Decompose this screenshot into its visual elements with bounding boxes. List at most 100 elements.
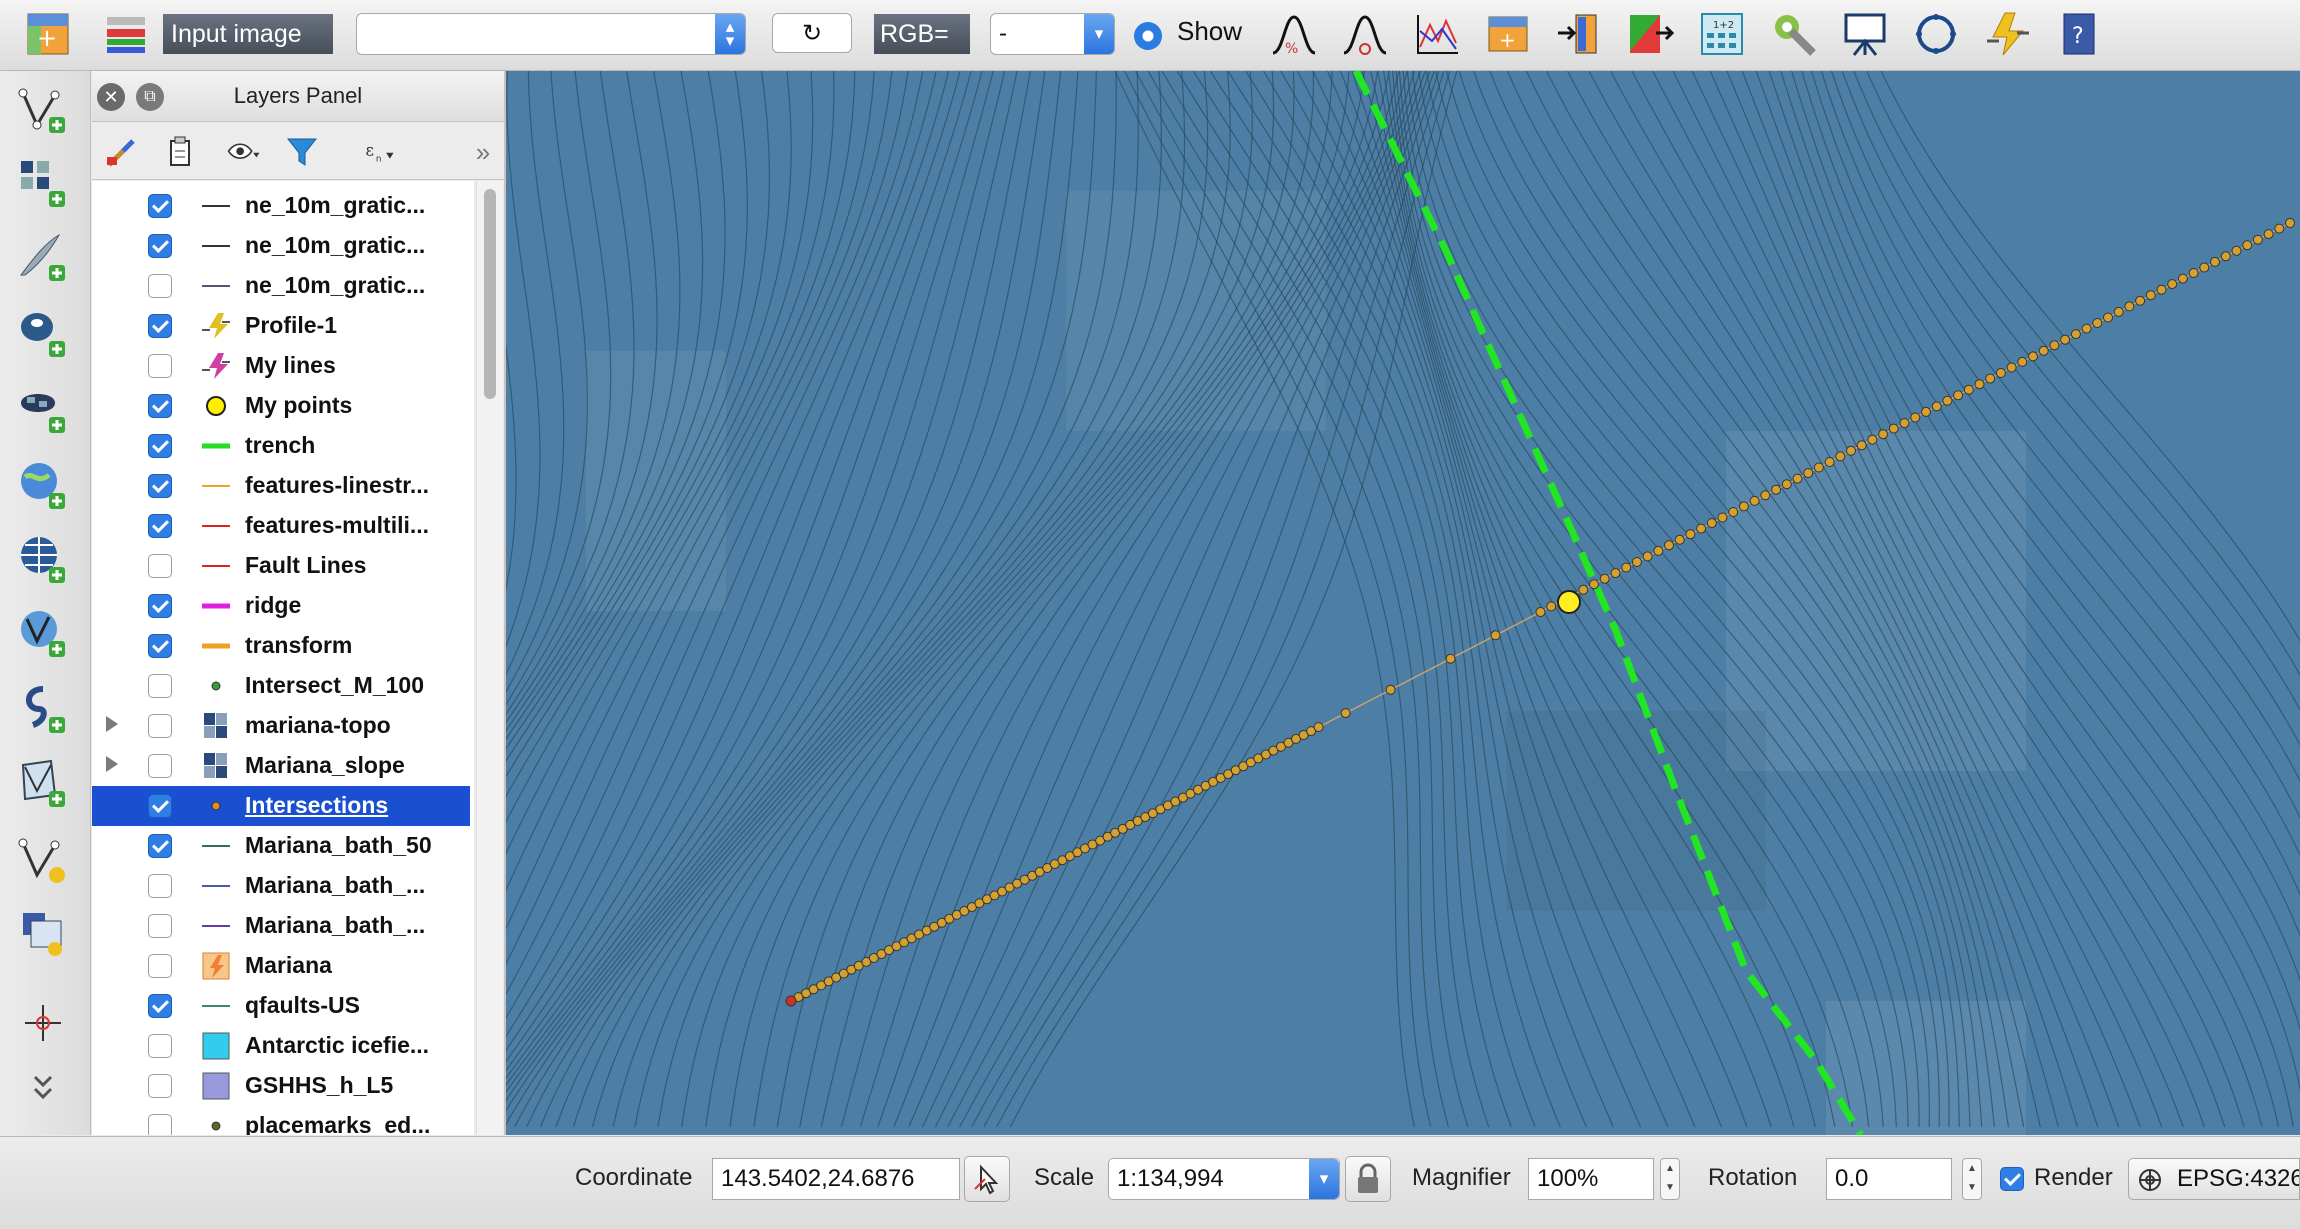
layer-visibility-checkbox[interactable] (148, 874, 172, 898)
add-delimited-text-icon[interactable] (10, 229, 76, 285)
layer-row[interactable]: My lines (92, 346, 470, 386)
layer-visibility-checkbox[interactable] (148, 1114, 172, 1135)
layer-row[interactable]: ridge (92, 586, 470, 626)
layer-visibility-checkbox[interactable] (148, 714, 172, 738)
layer-row[interactable]: features-linestr... (92, 466, 470, 506)
easel-icon[interactable] (1841, 10, 1889, 58)
layer-visibility-checkbox[interactable] (148, 274, 172, 298)
layer-visibility-checkbox[interactable] (148, 1034, 172, 1058)
layer-visibility-checkbox[interactable] (148, 434, 172, 458)
scrollbar-thumb[interactable] (484, 189, 496, 399)
raster-grid-icon[interactable]: + (24, 10, 72, 58)
layer-stack-icon[interactable] (102, 10, 150, 58)
raster-add-icon[interactable]: + (1484, 10, 1532, 58)
rgb-select[interactable]: - ▾ (990, 13, 1115, 55)
magnifier-field[interactable]: 100% (1528, 1158, 1654, 1200)
line-chart-icon[interactable] (1413, 10, 1461, 58)
export-layer-icon[interactable] (1627, 10, 1675, 58)
layer-row[interactable]: Profile-1 (92, 306, 470, 346)
layer-visibility-checkbox[interactable] (148, 314, 172, 338)
layer-visibility-checkbox[interactable] (148, 674, 172, 698)
layer-row[interactable]: Mariana_bath_... (92, 866, 470, 906)
map-canvas[interactable] (506, 71, 2300, 1135)
crosshair-icon[interactable] (10, 995, 76, 1051)
layer-visibility-checkbox[interactable] (148, 914, 172, 938)
expand-arrow-icon[interactable] (106, 716, 118, 732)
layer-visibility-checkbox[interactable] (148, 634, 172, 658)
scale-select[interactable]: 1:134,994 ▾ (1108, 1158, 1340, 1200)
profile-curve-icon[interactable] (1341, 10, 1389, 58)
new-spatialite-icon[interactable] (10, 831, 76, 887)
layer-tree-scrollbar[interactable] (476, 181, 503, 1135)
layer-visibility-checkbox[interactable] (148, 194, 172, 218)
layer-visibility-checkbox[interactable] (148, 474, 172, 498)
layer-visibility-checkbox[interactable] (148, 954, 172, 978)
style-brush-icon[interactable] (102, 134, 142, 170)
chevron-down-icon[interactable]: ▾ (1309, 1159, 1339, 1199)
layer-visibility-checkbox[interactable] (148, 514, 172, 538)
circle-icon[interactable] (1912, 10, 1960, 58)
filter-icon[interactable] (282, 134, 322, 170)
layer-row[interactable]: Antarctic icefie... (92, 1026, 470, 1066)
lock-scale-icon[interactable] (1345, 1156, 1391, 1202)
visibility-eye-icon[interactable] (218, 134, 270, 170)
wrench-icon[interactable] (1770, 10, 1818, 58)
layer-row[interactable]: Mariana_bath_50 (92, 826, 470, 866)
chevron-down-icon[interactable]: ▴ ▾ (715, 14, 745, 54)
layer-visibility-checkbox[interactable] (148, 834, 172, 858)
new-gpx-icon[interactable] (10, 907, 76, 963)
add-wms-layer-icon[interactable] (10, 457, 76, 513)
profile-percent-icon[interactable]: % (1270, 10, 1318, 58)
layer-visibility-checkbox[interactable] (148, 554, 172, 578)
add-raster-layer-icon[interactable] (10, 155, 76, 211)
layer-row[interactable]: GSHHS_h_L5 (92, 1066, 470, 1106)
new-shapefile-icon[interactable] (10, 755, 76, 811)
render-checkbox[interactable] (2000, 1167, 2024, 1191)
more-tools-button[interactable]: » (468, 134, 498, 170)
layer-row[interactable]: qfaults-US (92, 986, 470, 1026)
profile-tool-icon[interactable] (1984, 10, 2032, 58)
rotation-field[interactable]: 0.0 (1826, 1158, 1952, 1200)
layer-row[interactable]: mariana-topo (92, 706, 470, 746)
layer-row[interactable]: Mariana (92, 946, 470, 986)
chevron-down-icon[interactable]: ▾ (1084, 14, 1114, 54)
show-radio[interactable] (1134, 22, 1162, 50)
add-wfs-layer-icon[interactable] (10, 605, 76, 661)
more-icon[interactable] (10, 1071, 76, 1111)
add-postgis-layer-icon[interactable] (10, 305, 76, 361)
refresh-button[interactable]: ↻ (772, 13, 852, 53)
layer-row[interactable]: Intersect_M_100 (92, 666, 470, 706)
layer-visibility-checkbox[interactable] (148, 794, 172, 818)
rotation-spinner[interactable]: ▲ ▼ (1962, 1158, 1982, 1200)
layer-row[interactable]: ne_10m_gratic... (92, 186, 470, 226)
layer-visibility-checkbox[interactable] (148, 994, 172, 1018)
layer-row[interactable]: trench (92, 426, 470, 466)
coordinate-field[interactable]: 143.5402,24.6876 (712, 1158, 960, 1200)
layer-visibility-checkbox[interactable] (148, 594, 172, 618)
layer-visibility-checkbox[interactable] (148, 754, 172, 778)
layer-row[interactable]: Intersections (92, 786, 470, 826)
arrow-layer-icon[interactable] (1555, 10, 1603, 58)
help-book-icon[interactable]: ? (2055, 10, 2103, 58)
input-image-select[interactable]: ▴ ▾ (356, 13, 746, 55)
add-wcs-layer-icon[interactable] (10, 531, 76, 587)
layer-visibility-checkbox[interactable] (148, 1074, 172, 1098)
layer-row[interactable]: Mariana_bath_... (92, 906, 470, 946)
layer-visibility-checkbox[interactable] (148, 234, 172, 258)
layer-visibility-checkbox[interactable] (148, 354, 172, 378)
layer-row[interactable]: My points (92, 386, 470, 426)
add-spatialite-layer-icon[interactable] (10, 381, 76, 437)
expand-arrow-icon[interactable] (106, 756, 118, 772)
expression-filter-icon[interactable]: εn (354, 134, 408, 170)
layer-row[interactable]: ne_10m_gratic... (92, 226, 470, 266)
layer-row[interactable]: placemarks_ed... (92, 1106, 470, 1135)
calculator-icon[interactable]: 1+2 (1698, 10, 1746, 58)
layer-visibility-checkbox[interactable] (148, 394, 172, 418)
add-vector-layer-icon[interactable] (10, 81, 76, 137)
add-group-icon[interactable] (160, 134, 200, 170)
layer-row[interactable]: ne_10m_gratic... (92, 266, 470, 306)
add-virtual-layer-icon[interactable] (10, 681, 76, 737)
layer-row[interactable]: features-multili... (92, 506, 470, 546)
mouse-coordinate-toggle-icon[interactable] (964, 1156, 1010, 1202)
layer-row[interactable]: transform (92, 626, 470, 666)
